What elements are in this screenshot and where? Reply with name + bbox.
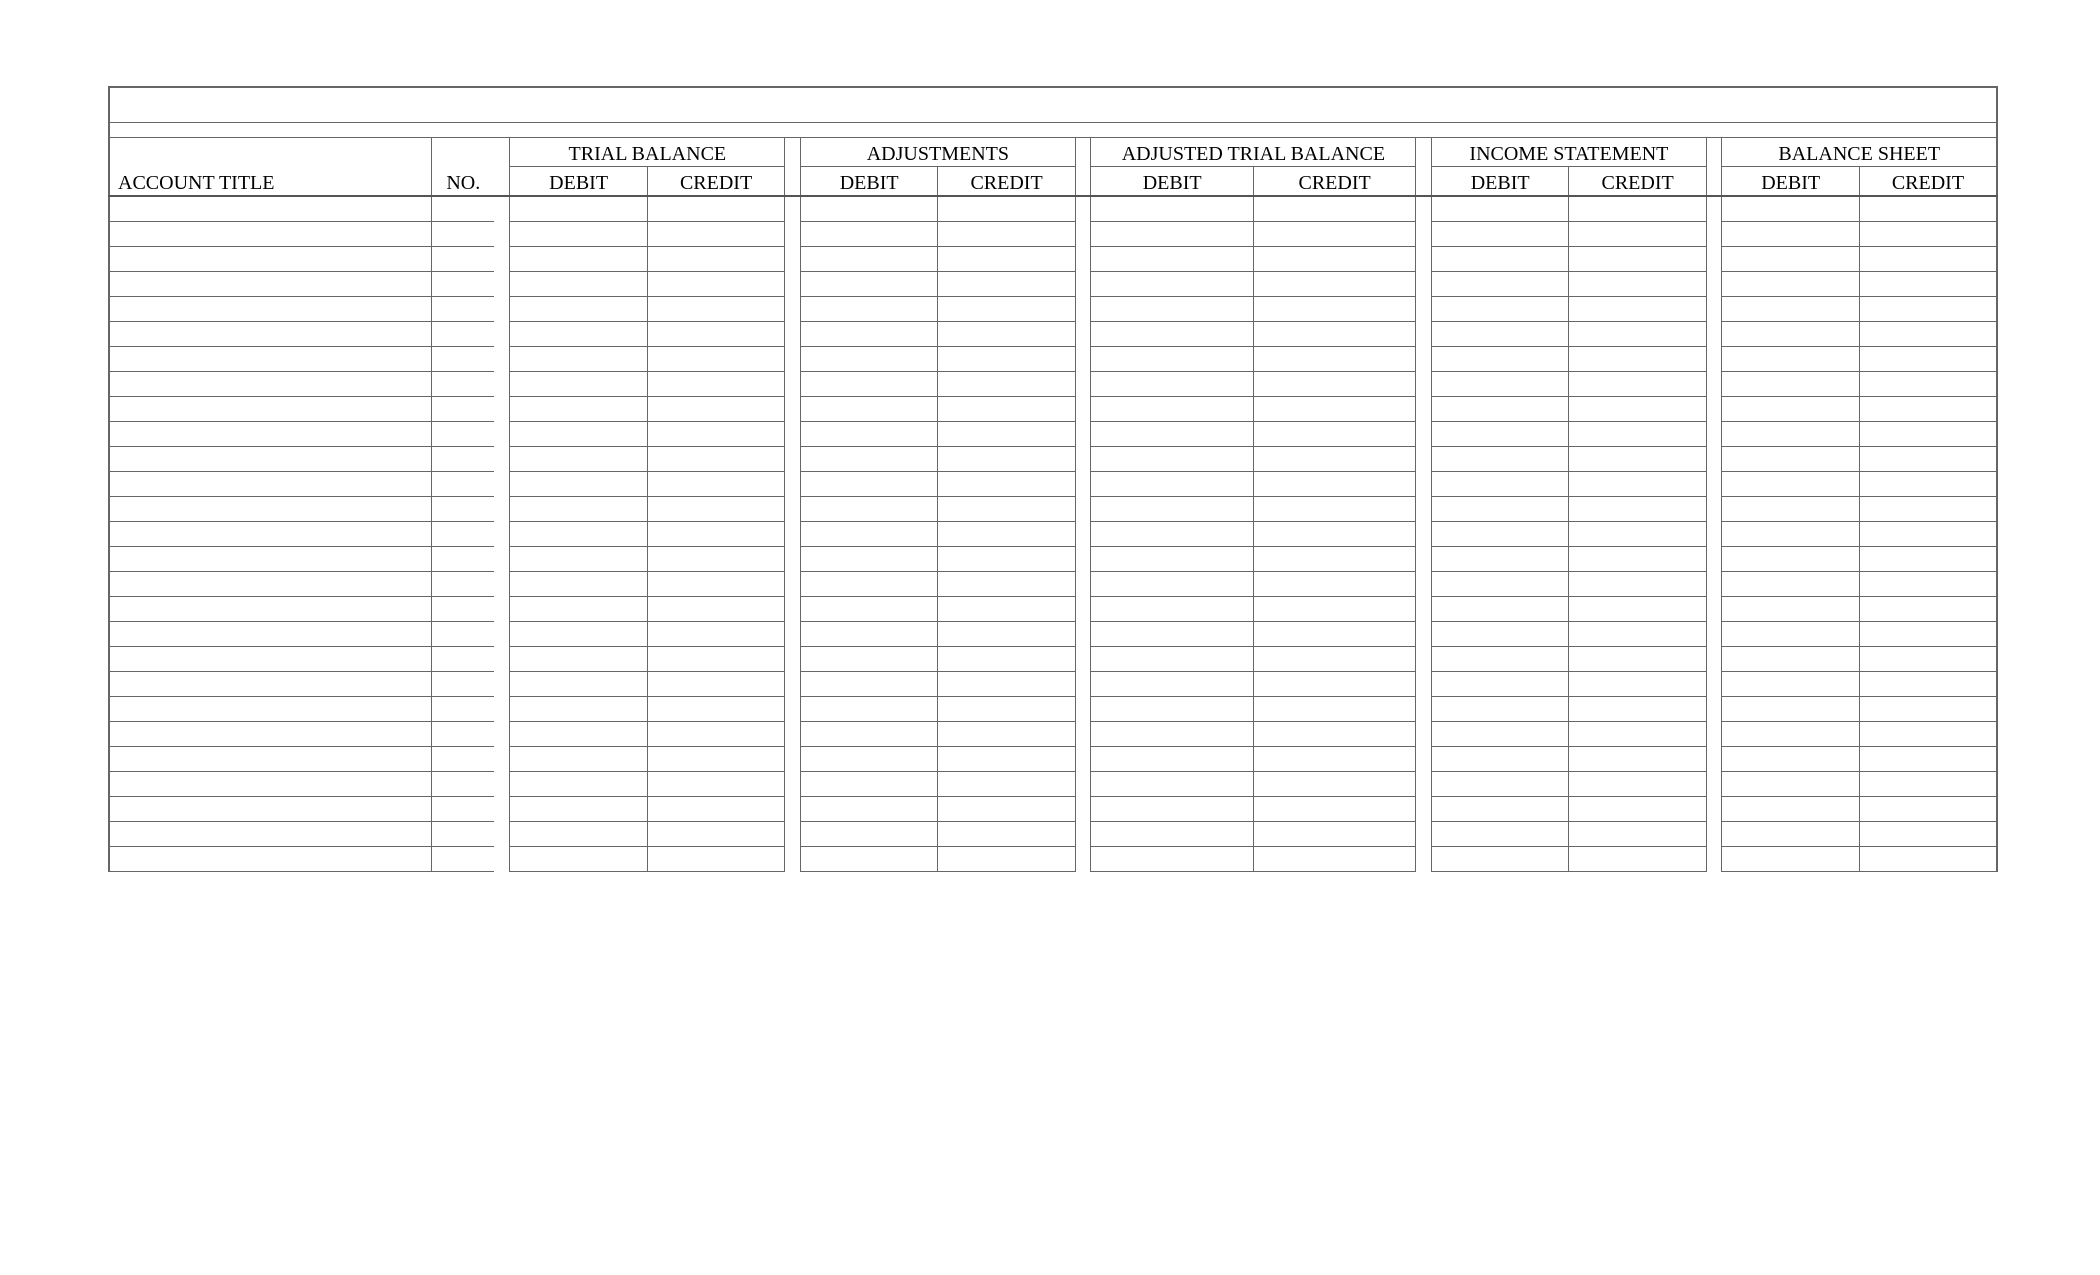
group-balance-sheet: BALANCE SHEET — [1722, 138, 1997, 167]
worksheet-body — [109, 196, 1997, 872]
table-row — [109, 322, 1997, 347]
table-row — [109, 422, 1997, 447]
worksheet-page: TRIAL BALANCE ADJUSTMENTS ADJUSTED TRIAL… — [0, 0, 2100, 1275]
table-row — [109, 622, 1997, 647]
table-row — [109, 572, 1997, 597]
header-atb-credit: CREDIT — [1253, 167, 1415, 197]
table-row — [109, 772, 1997, 797]
group-adjustments: ADJUSTMENTS — [800, 138, 1075, 167]
header-adj-credit: CREDIT — [938, 167, 1075, 197]
table-row — [109, 447, 1997, 472]
table-row — [109, 196, 1997, 222]
header-atb-debit: DEBIT — [1091, 167, 1253, 197]
table-row — [109, 297, 1997, 322]
table-row — [109, 847, 1997, 872]
table-row — [109, 272, 1997, 297]
header-is-debit: DEBIT — [1431, 167, 1568, 197]
group-adjusted-trial-balance: ADJUSTED TRIAL BALANCE — [1091, 138, 1416, 167]
column-header-row: ACCOUNT TITLE NO. DEBIT CREDIT DEBIT CRE… — [109, 167, 1997, 197]
table-row — [109, 597, 1997, 622]
table-row — [109, 372, 1997, 397]
table-row — [109, 822, 1997, 847]
table-row — [109, 722, 1997, 747]
table-row — [109, 747, 1997, 772]
table-row — [109, 347, 1997, 372]
title-separator — [109, 123, 1997, 138]
table-row — [109, 647, 1997, 672]
header-bs-credit: CREDIT — [1859, 167, 1997, 197]
table-row — [109, 672, 1997, 697]
group-income-statement: INCOME STATEMENT — [1431, 138, 1706, 167]
header-is-credit: CREDIT — [1569, 167, 1706, 197]
header-account-title: ACCOUNT TITLE — [109, 167, 432, 197]
table-row — [109, 497, 1997, 522]
group-trial-balance: TRIAL BALANCE — [510, 138, 785, 167]
table-row — [109, 547, 1997, 572]
worksheet-table: TRIAL BALANCE ADJUSTMENTS ADJUSTED TRIAL… — [108, 86, 1998, 872]
table-row — [109, 222, 1997, 247]
table-row — [109, 472, 1997, 497]
group-header-row: TRIAL BALANCE ADJUSTMENTS ADJUSTED TRIAL… — [109, 138, 1997, 167]
header-bs-debit: DEBIT — [1722, 167, 1859, 197]
table-row — [109, 397, 1997, 422]
header-tb-debit: DEBIT — [510, 167, 647, 197]
table-row — [109, 522, 1997, 547]
table-row — [109, 247, 1997, 272]
table-row — [109, 697, 1997, 722]
table-row — [109, 797, 1997, 822]
header-no: NO. — [432, 167, 494, 197]
header-adj-debit: DEBIT — [800, 167, 937, 197]
worksheet-container: TRIAL BALANCE ADJUSTMENTS ADJUSTED TRIAL… — [108, 86, 1998, 872]
title-row — [109, 87, 1997, 123]
header-tb-credit: CREDIT — [647, 167, 784, 197]
